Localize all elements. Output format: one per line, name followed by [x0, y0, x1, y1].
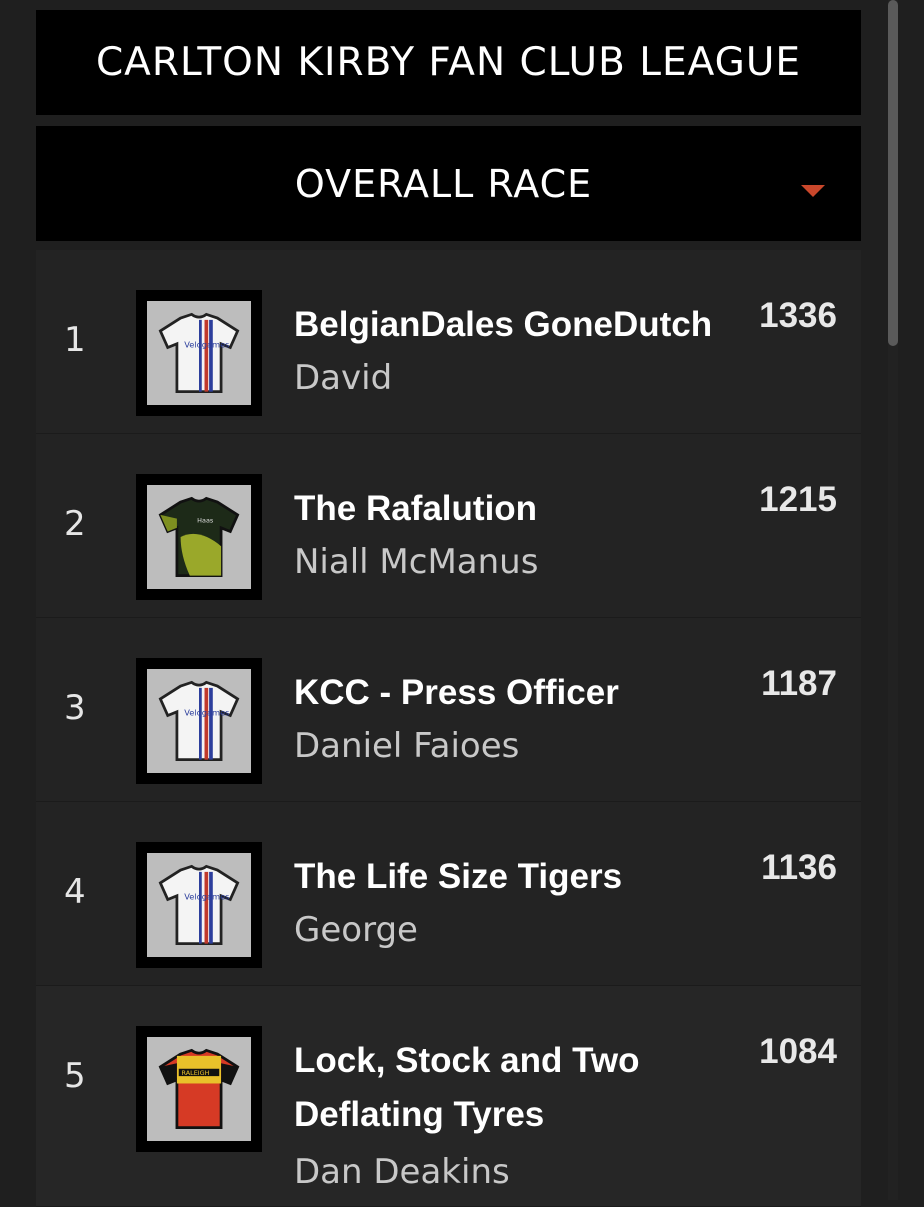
- manager-name: Niall McManus: [294, 542, 539, 582]
- manager-name: Dan Deakins: [294, 1152, 510, 1192]
- rank: 2: [64, 504, 86, 544]
- team-name[interactable]: BelgianDales GoneDutch: [294, 298, 734, 352]
- standings-row[interactable]: 2 The Rafalution Niall McManus 1215: [36, 434, 861, 618]
- team-jersey-icon: [136, 842, 262, 968]
- standings-row[interactable]: 5 Lock, Stock and Two Deflating Tyres Da…: [36, 986, 861, 1207]
- scrollbar-thumb[interactable]: [888, 0, 898, 346]
- team-jersey-icon: [136, 474, 262, 600]
- team-name[interactable]: The Rafalution: [294, 482, 734, 536]
- league-title: CARLTON KIRBY FAN CLUB LEAGUE: [95, 40, 802, 85]
- points: 1336: [759, 296, 837, 335]
- points: 1084: [759, 1032, 837, 1071]
- scrollbar[interactable]: [888, 0, 898, 1200]
- league-title-bar: CARLTON KIRBY FAN CLUB LEAGUE: [36, 10, 861, 115]
- standings-row[interactable]: 4 The Life Size Tigers George 1136: [36, 802, 861, 986]
- team-name[interactable]: KCC - Press Officer: [294, 666, 734, 720]
- team-jersey-icon: [136, 1026, 262, 1152]
- standings-row[interactable]: 3 KCC - Press Officer Daniel Faioes 1187: [36, 618, 861, 802]
- rank: 3: [64, 688, 86, 728]
- rank: 5: [64, 1056, 86, 1096]
- caret-down-icon: [801, 185, 825, 197]
- team-jersey-icon: [136, 290, 262, 416]
- points: 1136: [761, 848, 837, 887]
- race-selector[interactable]: OVERALL RACE: [36, 126, 861, 241]
- points: 1187: [761, 664, 837, 703]
- standings-list: 1 BelgianDales GoneDutch David 1336 2 Th…: [36, 250, 861, 1207]
- rank: 1: [64, 320, 86, 360]
- standings-row[interactable]: 1 BelgianDales GoneDutch David 1336: [36, 250, 861, 434]
- team-jersey-icon: [136, 658, 262, 784]
- manager-name: George: [294, 910, 418, 950]
- team-name[interactable]: Lock, Stock and Two Deflating Tyres: [294, 1034, 734, 1142]
- manager-name: Daniel Faioes: [294, 726, 520, 766]
- manager-name: David: [294, 358, 393, 398]
- team-name[interactable]: The Life Size Tigers: [294, 850, 734, 904]
- rank: 4: [64, 872, 86, 912]
- points: 1215: [759, 480, 837, 519]
- race-selector-value: OVERALL RACE: [294, 161, 593, 206]
